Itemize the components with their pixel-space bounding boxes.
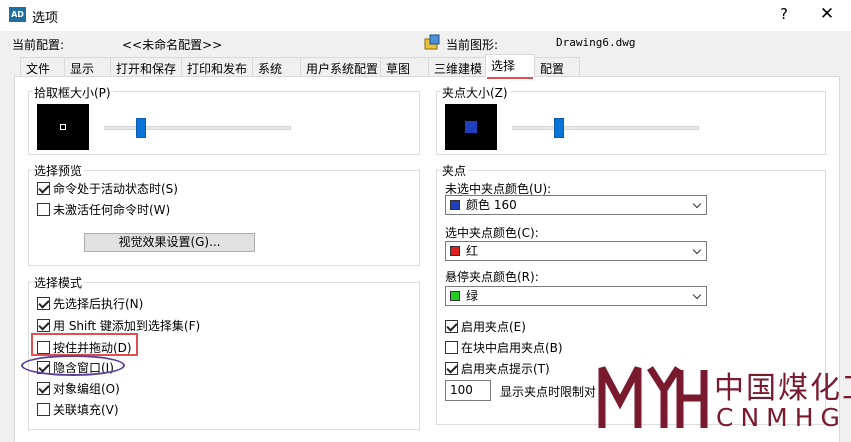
highlight-implied-windowing — [21, 355, 125, 376]
current-drawing-value: Drawing6.dwg — [556, 36, 636, 49]
hover-grip-color-label: 悬停夹点颜色(R): — [445, 270, 539, 284]
checkbox-box[interactable] — [37, 297, 50, 310]
checkbox-box[interactable] — [445, 320, 458, 333]
checkbox-label: 在块中启用夹点(B) — [461, 341, 563, 355]
noun-verb-selection-checkbox[interactable]: 先选择后执行(N) — [37, 295, 143, 311]
current-drawing-label: 当前图形: — [446, 38, 499, 52]
cnmhg-logo — [598, 366, 708, 428]
window-title: 选项 — [32, 11, 59, 26]
grip-size-slider-thumb[interactable] — [553, 118, 564, 138]
color-swatch — [450, 246, 460, 256]
shift-add-checkbox[interactable]: 用 Shift 键添加到选择集(F) — [37, 317, 200, 333]
tab-selection[interactable]: 选择 — [485, 54, 535, 77]
checkbox-box[interactable] — [37, 319, 50, 332]
associative-hatch-checkbox[interactable]: 关联填充(V) — [37, 401, 119, 417]
checkbox-box[interactable] — [37, 382, 50, 395]
checkbox-label: 启用夹点提示(T) — [461, 362, 550, 376]
app-icon: AD — [9, 7, 26, 22]
checkbox-box[interactable] — [37, 203, 50, 216]
hover-grip-color-select[interactable]: 绿 — [445, 286, 707, 306]
checkbox-label: 先选择后执行(N) — [53, 297, 144, 311]
grip-size-slider-track[interactable] — [512, 126, 699, 130]
grips-title: 夹点 — [440, 162, 469, 179]
grip-size-title: 夹点大小(Z) — [440, 84, 510, 101]
color-swatch — [450, 200, 460, 210]
visual-effect-settings-button[interactable]: 视觉效果设置(G)... — [84, 233, 255, 252]
tab-system[interactable]: 系统 — [252, 57, 301, 76]
checkbox-box[interactable] — [445, 341, 458, 354]
grip-size-preview — [445, 104, 497, 150]
checkbox-label: 命令处于活动状态时(S) — [53, 182, 178, 196]
checkbox-label: 用 Shift 键添加到选择集(F) — [53, 319, 201, 333]
tab-3d-modeling[interactable]: 三维建模 — [428, 57, 486, 76]
title-bar — [0, 0, 851, 31]
selection-modes-title: 选择模式 — [32, 274, 85, 291]
pickbox-slider-thumb[interactable] — [136, 118, 147, 138]
watermark-en-text: CNMHG — [716, 403, 847, 432]
checkbox-box[interactable] — [37, 403, 50, 416]
checkbox-label: 未激活任何命令时(W) — [53, 203, 171, 217]
drawing-icon — [424, 34, 440, 50]
preview-no-command-checkbox[interactable]: 未激活任何命令时(W) — [37, 201, 170, 217]
tab-plot-publish[interactable]: 打印和发布 — [181, 57, 253, 76]
selected-grip-color-select[interactable]: 红 — [445, 241, 707, 261]
chevron-down-icon — [692, 199, 702, 209]
pickbox-size-title: 拾取框大小(P) — [32, 84, 113, 101]
grip-tips-checkbox[interactable]: 启用夹点提示(T) — [445, 360, 550, 376]
chevron-down-icon — [692, 245, 702, 255]
grip-limit-input[interactable]: 100 — [445, 380, 491, 401]
checkbox-box[interactable] — [445, 362, 458, 375]
color-swatch — [450, 291, 460, 301]
tab-files[interactable]: 文件 — [20, 57, 65, 76]
select-value: 红 — [466, 244, 479, 258]
current-profile-label: 当前配置: — [12, 38, 65, 52]
pickbox-preview — [37, 104, 89, 150]
grip-preview-square — [465, 121, 477, 133]
checkbox-box[interactable] — [37, 182, 50, 195]
selection-preview-title: 选择预览 — [32, 162, 85, 179]
watermark-cn-text: 中国煤化工 — [714, 371, 851, 406]
selected-grip-color-label: 选中夹点颜色(C): — [445, 226, 539, 240]
checkbox-label: 对象编组(O) — [53, 382, 120, 396]
tab-display[interactable]: 显示 — [64, 57, 111, 76]
tab-open-save[interactable]: 打开和保存 — [110, 57, 182, 76]
close-button[interactable]: ✕ — [812, 4, 842, 26]
select-value: 颜色 160 — [466, 198, 517, 212]
pickbox-slider-track[interactable] — [104, 126, 291, 130]
preview-active-command-checkbox[interactable]: 命令处于活动状态时(S) — [37, 180, 178, 196]
grip-limit-label: 显示夹点时限制对 — [500, 385, 597, 399]
highlight-press-and-drag — [31, 333, 138, 356]
checkbox-label: 启用夹点(E) — [461, 320, 526, 334]
checkbox-label: 关联填充(V) — [53, 403, 119, 417]
current-profile-value: <<未命名配置>> — [122, 38, 223, 52]
select-value: 绿 — [466, 289, 479, 303]
grips-in-blocks-checkbox[interactable]: 在块中启用夹点(B) — [445, 339, 563, 355]
tab-drafting[interactable]: 草图 — [380, 57, 429, 76]
unselected-grip-color-select[interactable]: 颜色 160 — [445, 195, 707, 215]
chevron-down-icon — [692, 290, 702, 300]
object-grouping-checkbox[interactable]: 对象编组(O) — [37, 380, 120, 396]
tab-profiles[interactable]: 配置 — [534, 57, 580, 76]
enable-grips-checkbox[interactable]: 启用夹点(E) — [445, 318, 526, 334]
pickbox-preview-square — [60, 124, 66, 130]
help-button[interactable]: ? — [770, 5, 798, 25]
tab-user-preferences[interactable]: 用户系统配置 — [300, 57, 381, 76]
